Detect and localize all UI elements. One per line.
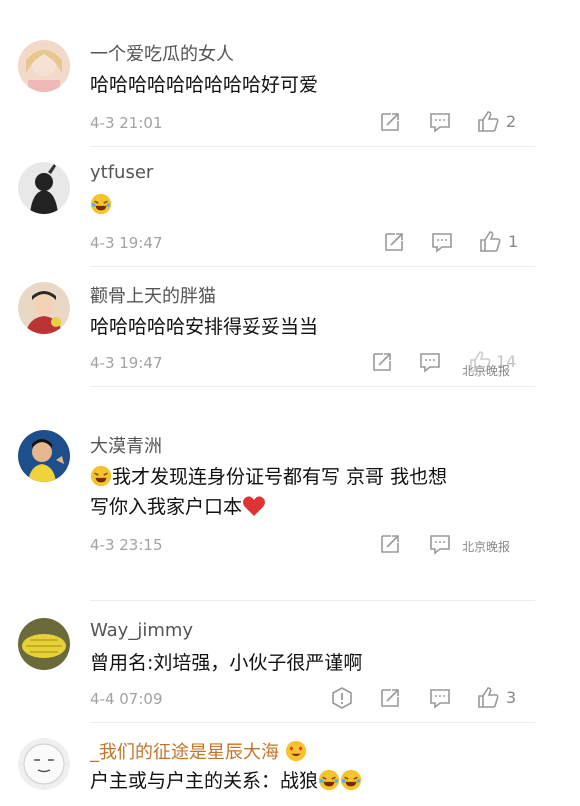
laughing-emoji-icon: [318, 769, 340, 791]
thumbs-up-icon[interactable]: [476, 110, 500, 134]
timestamp: 4-3 21:01: [90, 114, 163, 132]
like-count: 3: [506, 688, 517, 707]
username[interactable]: Way_jimmy: [90, 620, 193, 641]
comment-text: 曾用名:刘培强，小伙子很严谨啊: [90, 652, 363, 674]
timestamp: 4-3 19:47: [90, 354, 163, 372]
comment-text: 哈哈哈哈哈哈哈哈哈好可爱: [90, 74, 319, 96]
timestamp: 4-3 19:47: [90, 234, 163, 252]
share-icon[interactable]: [382, 230, 406, 254]
avatar[interactable]: [18, 738, 70, 790]
like-count: 2: [506, 112, 517, 131]
laughing-emoji-icon: [340, 769, 362, 791]
comment-icon[interactable]: [428, 686, 452, 710]
laughing-emoji-icon: [90, 193, 112, 215]
timestamp: 4-3 23:15: [90, 536, 163, 554]
username[interactable]: 大漠青洲: [90, 432, 162, 458]
divider: [90, 722, 535, 723]
username-label: _我们的征途是星辰大海: [90, 742, 279, 763]
heart-eyes-emoji-icon: [285, 740, 306, 762]
share-icon[interactable]: [378, 110, 402, 134]
heart-icon: [243, 496, 266, 516]
comment-icon[interactable]: [418, 350, 442, 374]
divider: [90, 386, 535, 387]
share-icon[interactable]: [378, 686, 402, 710]
comment-icon[interactable]: [428, 532, 452, 556]
warning-icon[interactable]: [330, 686, 354, 710]
share-icon[interactable]: [370, 350, 394, 374]
comment-text: 户主或与户主的关系：战狼: [90, 764, 362, 798]
comment-text: 写你入我家户口本: [90, 490, 266, 524]
comment-text: 哈哈哈哈哈安排得妥妥当当: [90, 316, 319, 338]
divider: [90, 146, 535, 147]
comment-text-line2: 写你入我家户口本: [90, 496, 243, 518]
comment-text: [90, 188, 112, 222]
username[interactable]: 一个爱吃瓜的女人: [90, 40, 234, 66]
avatar[interactable]: [18, 282, 70, 334]
avatar[interactable]: [18, 430, 70, 482]
share-icon[interactable]: [378, 532, 402, 556]
avatar[interactable]: [18, 40, 70, 92]
divider: [90, 600, 535, 601]
comment-text: 我才发现连身份证号都有写 京哥 我也想: [90, 460, 447, 494]
username[interactable]: _我们的征途是星辰大海: [90, 738, 307, 764]
comment-icon[interactable]: [430, 230, 454, 254]
thumbs-up-icon[interactable]: [476, 686, 500, 710]
username[interactable]: ytfuser: [90, 162, 153, 183]
avatar[interactable]: [18, 162, 70, 214]
username[interactable]: 颧骨上天的胖猫: [90, 282, 216, 308]
laughing-emoji-icon: [90, 465, 112, 487]
watermark: 北京晚报: [462, 364, 511, 378]
watermark: 北京晚报: [462, 540, 511, 554]
divider: [90, 266, 535, 267]
avatar[interactable]: [18, 618, 70, 670]
comment-icon[interactable]: [428, 110, 452, 134]
like-count: 1: [508, 232, 519, 251]
thumbs-up-icon[interactable]: [478, 230, 502, 254]
timestamp: 4-4 07:09: [90, 690, 163, 708]
comment-text-line1: 我才发现连身份证号都有写 京哥 我也想: [112, 466, 448, 488]
comment-text-body: 户主或与户主的关系：战狼: [90, 770, 319, 792]
